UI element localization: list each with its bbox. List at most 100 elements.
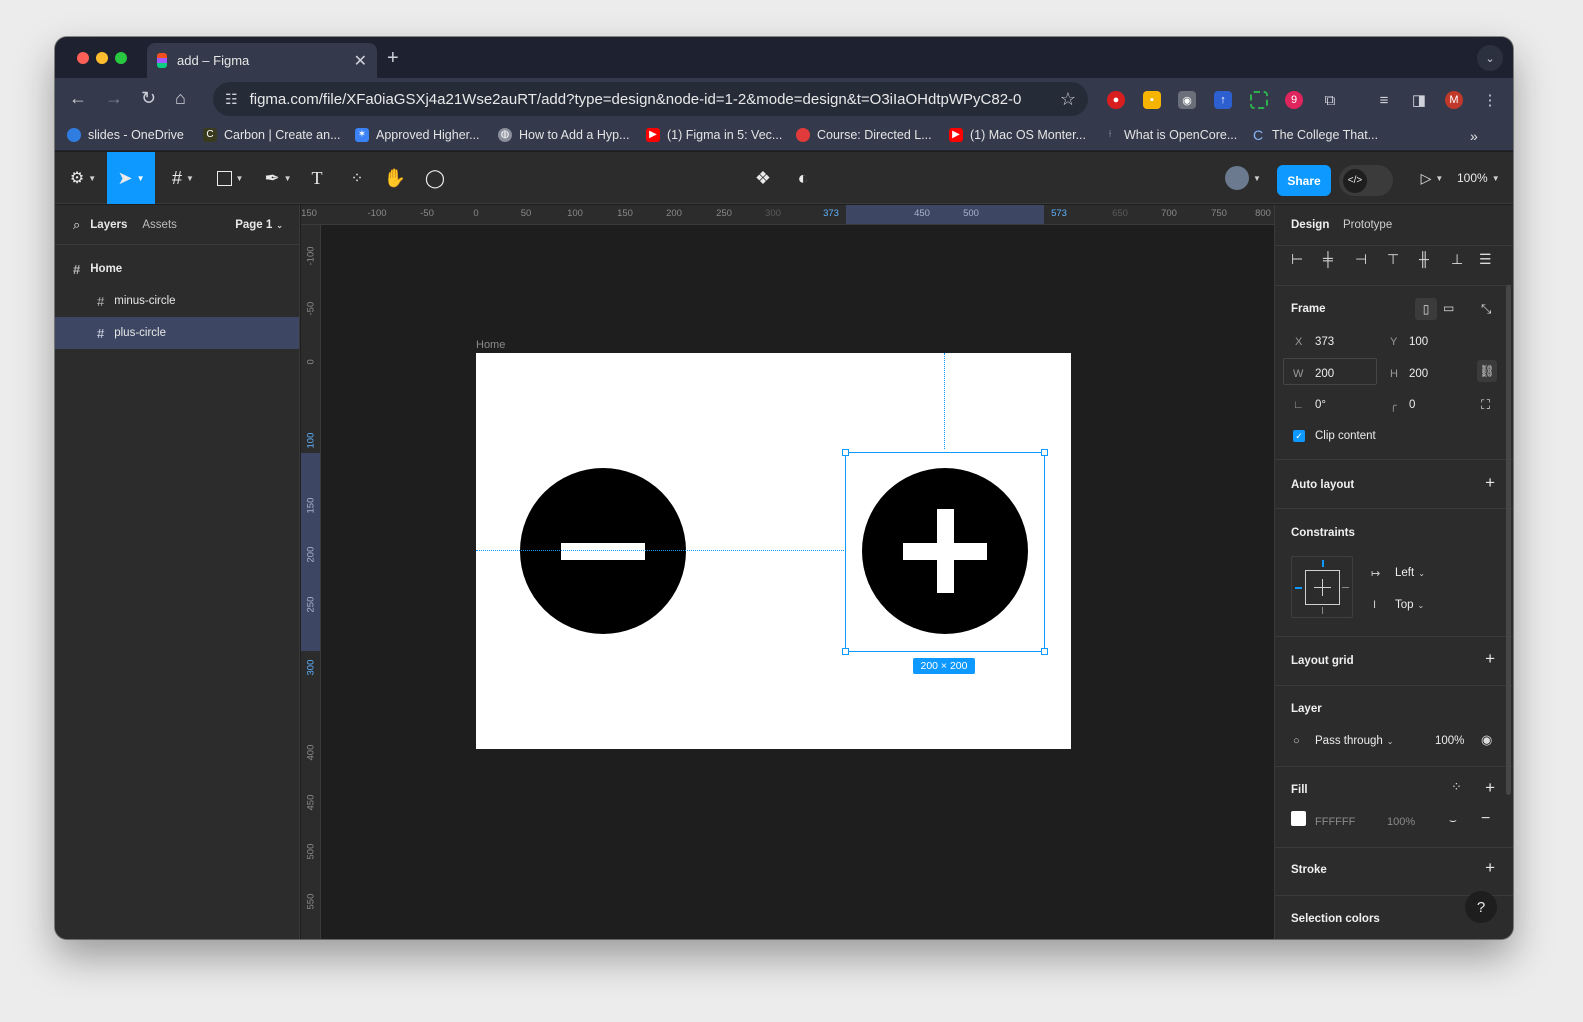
extension-badge-icon[interactable]: 9 — [1285, 91, 1303, 109]
text-tool-button[interactable]: T — [305, 152, 329, 204]
align-bottom-icon[interactable]: ⊥ — [1451, 251, 1463, 268]
portrait-icon[interactable]: ▯ — [1415, 298, 1437, 320]
tab-design[interactable]: Design — [1291, 219, 1329, 231]
extension-camera-icon[interactable]: ◉ — [1178, 91, 1196, 109]
bookmark-item[interactable]: ▶ (1) Mac OS Monter... — [949, 128, 1086, 142]
browser-menu-icon[interactable]: ⋮ — [1481, 91, 1499, 109]
align-center-h-icon[interactable]: ╪ — [1323, 251, 1333, 267]
browser-tab[interactable]: add – Figma ✕ — [147, 43, 377, 78]
bookmark-item[interactable]: C Carbon | Create an... — [203, 128, 341, 142]
align-center-v-icon[interactable]: ╫ — [1419, 251, 1429, 267]
constraint-top-active[interactable] — [1322, 560, 1324, 567]
landscape-icon[interactable]: ▭ — [1443, 301, 1454, 315]
clip-content-checkbox[interactable]: ✓ — [1293, 430, 1305, 442]
help-button[interactable]: ? — [1465, 891, 1497, 923]
w-input[interactable]: 200 — [1315, 368, 1334, 380]
bookmark-item[interactable]: ◍ How to Add a Hyp... — [498, 128, 629, 142]
address-bar[interactable]: ☷ figma.com/file/XFa0iaGSXj4a21Wse2auRT/… — [213, 82, 1088, 116]
minus-circle[interactable] — [520, 468, 686, 634]
h-input[interactable]: 200 — [1409, 368, 1428, 380]
reload-icon[interactable]: ↻ — [141, 88, 156, 109]
add-auto-layout-icon[interactable]: + — [1485, 473, 1495, 493]
bookmark-item[interactable]: slides - OneDrive — [67, 128, 184, 142]
style-grid-icon[interactable]: ⁘ — [1451, 779, 1462, 795]
add-stroke-icon[interactable]: + — [1485, 858, 1495, 878]
constraints-widget[interactable] — [1291, 556, 1353, 618]
y-input[interactable]: 100 — [1409, 336, 1428, 348]
media-control-icon[interactable]: ≡ — [1375, 91, 1393, 109]
forward-icon[interactable]: → — [105, 88, 123, 109]
extension-red-icon[interactable]: ● — [1107, 91, 1125, 109]
add-layout-grid-icon[interactable]: + — [1485, 649, 1495, 669]
frame-label[interactable]: Home — [476, 339, 505, 351]
main-menu-button[interactable]: ⚙ ▼ — [65, 152, 101, 204]
minimize-window-button[interactable] — [96, 52, 108, 64]
side-panel-icon[interactable]: ◨ — [1410, 91, 1428, 109]
collaborator-avatar[interactable]: ▼ — [1221, 152, 1265, 204]
fill-opacity-input[interactable]: 100% — [1387, 816, 1415, 828]
close-tab-icon[interactable]: ✕ — [354, 51, 367, 71]
canvas[interactable]: Home 200 × 200 — [55, 225, 1274, 939]
component-button[interactable]: ❖ — [751, 152, 775, 204]
contrast-button[interactable]: ◐ — [791, 152, 815, 204]
bookmark-star-icon[interactable]: ☆ — [1060, 89, 1076, 110]
eye-icon[interactable]: ◉ — [1481, 732, 1492, 748]
share-button[interactable]: Share — [1277, 165, 1331, 196]
constraints-center-v[interactable] — [1322, 579, 1323, 596]
bookmark-item[interactable]: Course: Directed L... — [796, 128, 932, 142]
resources-button[interactable]: ⁘ — [345, 152, 369, 204]
site-settings-icon[interactable]: ☷ — [225, 91, 238, 108]
align-top-icon[interactable]: ⊤ — [1387, 251, 1399, 268]
extension-screenshot-icon[interactable] — [1250, 91, 1268, 109]
distribute-icon[interactable]: ☰ — [1479, 251, 1492, 268]
constraint-bottom[interactable] — [1322, 607, 1323, 614]
constrain-proportions-icon[interactable]: ⛓ — [1477, 360, 1497, 382]
frame-tool-button[interactable]: # ▼ — [163, 152, 203, 204]
zoom-window-button[interactable] — [115, 52, 127, 64]
frame-section-title[interactable]: Frame — [1291, 303, 1326, 315]
bookmark-item[interactable]: ⍿ What is OpenCore... — [1103, 128, 1238, 142]
comment-tool-button[interactable]: ◯ — [423, 152, 447, 204]
profile-avatar[interactable]: M — [1445, 91, 1463, 109]
pen-tool-button[interactable]: ✒ ▼ — [258, 152, 298, 204]
blend-mode-select[interactable]: Pass through ⌄ — [1315, 735, 1393, 747]
add-fill-icon[interactable]: + — [1485, 778, 1495, 798]
hide-fill-icon[interactable]: ⌣ — [1449, 813, 1457, 828]
shape-tool-button[interactable]: ▼ — [210, 152, 250, 204]
vertical-constraint-select[interactable]: Top ⌄ — [1395, 599, 1424, 611]
align-left-icon[interactable]: ⊢ — [1291, 251, 1303, 268]
tab-prototype[interactable]: Prototype — [1343, 219, 1392, 231]
extension-upload-icon[interactable]: ↑ — [1214, 91, 1232, 109]
constraint-left-active[interactable] — [1295, 587, 1302, 589]
remove-fill-icon[interactable]: − — [1481, 810, 1490, 828]
horizontal-constraint-select[interactable]: Left ⌄ — [1395, 567, 1425, 579]
selection-box[interactable] — [842, 449, 1048, 655]
align-right-icon[interactable]: ⊣ — [1355, 251, 1367, 268]
extension-keep-icon[interactable]: ▪ — [1143, 91, 1161, 109]
layer-opacity-input[interactable]: 100% — [1435, 735, 1464, 747]
rotation-input[interactable]: 0° — [1315, 399, 1326, 411]
zoom-menu[interactable]: 100% ▼ — [1457, 152, 1500, 204]
present-button[interactable]: ▷ ▼ — [1415, 152, 1449, 204]
bookmark-item[interactable]: ✶ Approved Higher... — [355, 128, 480, 142]
resize-to-fit-icon[interactable]: ⤡ — [1481, 301, 1491, 317]
bookmark-item[interactable]: C The College That... — [1251, 128, 1378, 142]
hand-tool-button[interactable]: ✋ — [383, 152, 407, 204]
more-bookmarks-icon[interactable]: » — [1470, 128, 1478, 144]
new-tab-button[interactable]: + — [387, 47, 399, 70]
move-tool-button[interactable]: ➤ ▼ — [107, 152, 155, 204]
dev-mode-toggle[interactable]: </> — [1339, 165, 1393, 196]
back-icon[interactable]: ← — [69, 88, 87, 109]
independent-corners-icon[interactable]: ⛶ — [1481, 397, 1490, 413]
extensions-puzzle-icon[interactable]: ⧉ — [1321, 91, 1339, 109]
constraint-right[interactable] — [1342, 587, 1349, 588]
resize-handle[interactable] — [1041, 449, 1048, 456]
tab-search-button[interactable]: ⌄ — [1477, 45, 1503, 71]
resize-handle[interactable] — [1041, 648, 1048, 655]
fill-color-swatch[interactable] — [1291, 811, 1306, 826]
x-input[interactable]: 373 — [1315, 336, 1334, 348]
close-window-button[interactable] — [77, 52, 89, 64]
corner-radius-input[interactable]: 0 — [1409, 399, 1415, 411]
bookmark-item[interactable]: ▶ (1) Figma in 5: Vec... — [646, 128, 782, 142]
resize-handle[interactable] — [842, 648, 849, 655]
